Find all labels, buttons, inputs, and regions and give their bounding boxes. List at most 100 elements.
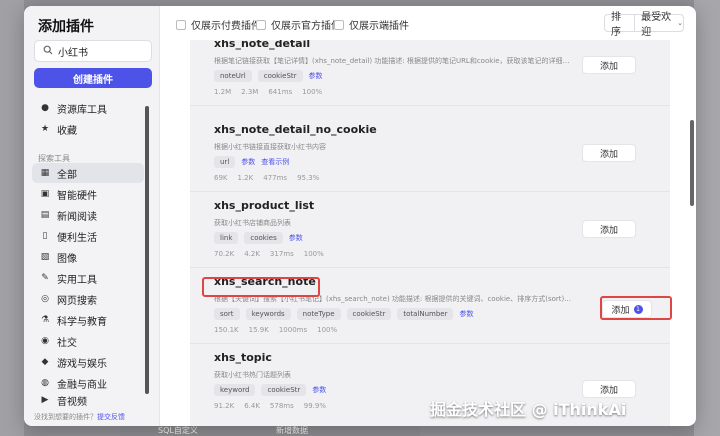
plugin-description: 根据小红书链接直接获取小红书内容 [214,143,326,151]
param-tag: cookieStr [261,384,307,396]
background-left-panel [0,0,24,436]
chat-icon: ◉ [41,336,49,346]
sidebar: 添加插件 创建插件 ● 资源库工具 ★ 收藏 探索工具 ▦ 全部 ▣ 智能硬件 … [24,6,160,426]
filter-device-only[interactable]: 仅展示端插件 [334,17,409,32]
param-tag: url [214,156,236,168]
sidebar-item-label: 全部 [57,169,77,181]
sidebar-item-news[interactable]: ▤ 新闻阅读 [32,205,144,225]
plugin-description: 获取小红书热门话题列表 [214,371,291,379]
sidebar-item-label: 社交 [57,337,77,349]
wrench-icon: ✎ [41,273,49,283]
plugin-list-panel: xhs_note_detail 根据笔记链接获取【笔记详情】(xhs_note_… [190,40,670,426]
checkbox[interactable] [176,19,186,30]
filter-bar: 仅展示付费插件 仅展示官方插件 仅展示端插件 排序 最受欢迎 ⌄ ✕ [160,6,696,40]
phone-icon: ▯ [42,231,48,241]
sidebar-item-utilities[interactable]: ✎ 实用工具 [32,268,144,288]
sidebar-item-label: 收藏 [57,125,77,137]
sidebar-item-label: 游戏与娱乐 [57,358,107,370]
plugin-name: xhs_topic [214,351,272,364]
stat-bots: 2.3M [241,88,259,96]
params-link[interactable]: 参数 [312,385,326,395]
sidebar-item-social[interactable]: ◉ 社交 [32,331,144,351]
globe-icon: ◎ [41,294,49,304]
stat-success-rate: 99.9% [303,402,326,410]
stat-success-rate: 100% [303,250,324,258]
sidebar-item-label: 新闻阅读 [57,211,97,223]
background-label: SQL自定义 [158,426,198,435]
filter-label: 仅展示付费插件 [191,21,261,32]
search-icon [43,45,53,58]
add-plugin-modal: 添加插件 创建插件 ● 资源库工具 ★ 收藏 探索工具 ▦ 全部 ▣ 智能硬件 … [24,6,696,426]
stat-users: 1.2M [214,88,232,96]
sidebar-scrollbar[interactable] [145,106,149,394]
params-link[interactable]: 参数 [459,309,473,319]
stat-latency: 477ms [263,174,288,182]
sidebar-footer: 没找到想要的插件？提交反馈 [34,412,125,422]
params-link[interactable]: 参数 [309,71,323,81]
param-tags: noteUrl cookieStr 参数 [214,70,323,82]
add-plugin-button[interactable]: 添加 [582,144,636,162]
sidebar-item-label: 科学与教育 [57,316,107,328]
create-plugin-button[interactable]: 创建插件 [34,68,152,88]
plugin-row-xhs-note-detail-no-cookie: xhs_note_detail_no_cookie 根据小红书链接直接获取小红书… [190,116,670,192]
sort-label: 排序 [605,12,636,38]
param-tag: link [214,232,239,244]
sidebar-item-label: 便利生活 [57,232,97,244]
main-scrollbar[interactable] [690,120,694,206]
stat-bots: 4.2K [244,250,260,258]
chevron-down-icon: ⌄ [677,19,683,27]
param-tag: keywords [245,308,291,320]
stat-latency: 1000ms [278,326,308,334]
feedback-link[interactable]: 提交反馈 [97,413,125,421]
sidebar-item-games[interactable]: ◆ 游戏与娱乐 [32,352,144,372]
param-tag: cookies [244,232,283,244]
stat-users: 69K [214,174,228,182]
star-icon: ★ [40,124,50,134]
sidebar-item-science[interactable]: ⚗ 科学与教育 [32,310,144,330]
stat-latency: 317ms [269,250,294,258]
sidebar-item-image[interactable]: ▧ 图像 [32,247,144,267]
sort-select[interactable]: 排序 最受欢迎 ⌄ [604,12,684,38]
sort-value-text: 最受欢迎 [641,12,672,38]
param-tags: keyword cookieStr 参数 [214,384,326,396]
sidebar-item-favorites[interactable]: ★ 收藏 [32,119,144,139]
stat-bots: 1.2K [237,174,254,182]
sidebar-item-convenience[interactable]: ▯ 便利生活 [32,226,144,246]
sidebar-item-smart-hardware[interactable]: ▣ 智能硬件 [32,184,144,204]
highlight-box-add [600,296,672,320]
background-label: 新增数据 [276,426,308,435]
person-icon: ● [41,103,49,113]
stat-bots: 6.4K [244,402,260,410]
view-example-link[interactable]: 查看示例 [261,157,289,167]
stat-success-rate: 100% [302,88,323,96]
checkbox[interactable] [256,19,266,30]
param-tags: sort keywords noteType cookieStr totalNu… [214,308,473,320]
plugin-row-xhs-product-list: xhs_product_list 获取小红书店铺商品列表 link cookie… [190,192,670,268]
modal-title: 添加插件 [38,19,94,35]
sidebar-item-label: 图像 [57,253,77,265]
sidebar-item-audio-video[interactable]: ▶ 音视频 [32,390,144,410]
filter-label: 仅展示端插件 [349,21,409,32]
footer-text: 没找到想要的插件？ [34,413,97,421]
stat-success-rate: 95.3% [297,174,320,182]
params-link[interactable]: 参数 [241,157,255,167]
search-box[interactable] [34,40,152,62]
param-tag: cookieStr [346,308,392,320]
plugin-name: xhs_product_list [214,199,315,212]
search-input[interactable] [58,45,148,57]
chip-icon: ▣ [40,189,50,199]
param-tag: totalNumber [397,308,454,320]
param-tag: noteUrl [214,70,252,82]
filter-paid-only[interactable]: 仅展示付费插件 [176,17,261,32]
filter-official-only[interactable]: 仅展示官方插件 [256,17,341,32]
sidebar-item-resource-tools[interactable]: ● 资源库工具 [32,98,144,118]
add-plugin-button[interactable]: 添加 [582,56,636,74]
newspaper-icon: ▤ [40,210,50,220]
sort-value: 最受欢迎 ⌄ [635,8,683,38]
checkbox[interactable] [334,19,344,30]
highlight-box-name [202,277,320,297]
params-link[interactable]: 参数 [289,233,303,243]
add-plugin-button[interactable]: 添加 [582,220,636,238]
sidebar-item-all[interactable]: ▦ 全部 [32,163,144,183]
sidebar-item-web-search[interactable]: ◎ 网页搜索 [32,289,144,309]
